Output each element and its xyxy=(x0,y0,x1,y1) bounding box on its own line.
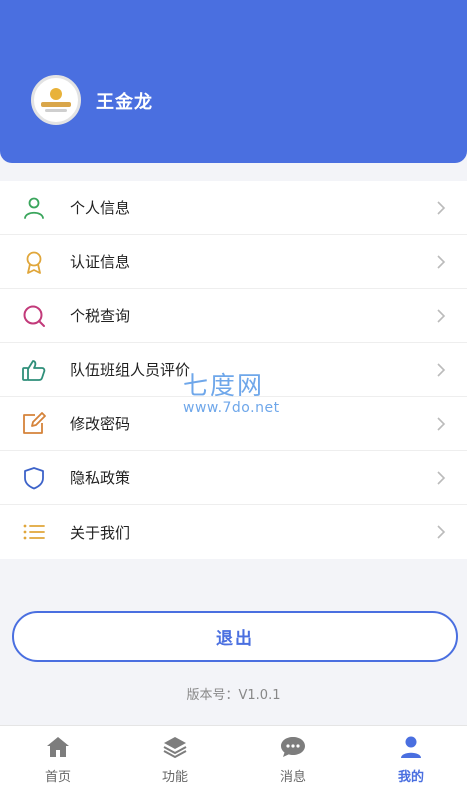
chevron-right-icon xyxy=(437,201,446,215)
tab-mine[interactable]: 我的 xyxy=(366,734,456,785)
chevron-right-icon xyxy=(437,255,446,269)
tab-home[interactable]: 首页 xyxy=(13,734,103,785)
avatar-lines xyxy=(45,109,67,112)
tab-label: 我的 xyxy=(397,770,424,785)
menu-item-privacy-policy[interactable]: 隐私政策 xyxy=(0,451,467,505)
badge-icon xyxy=(26,251,42,274)
menu-item-label: 隐私政策 xyxy=(70,469,131,487)
chevron-right-icon xyxy=(437,525,446,539)
chat-icon xyxy=(281,737,305,757)
logout-button[interactable]: 退出 xyxy=(12,611,458,662)
menu-item-label: 修改密码 xyxy=(70,415,131,433)
user-icon xyxy=(24,197,44,219)
chevron-right-icon xyxy=(437,471,446,485)
menu-item-change-password[interactable]: 修改密码 xyxy=(0,397,467,451)
thumbs-up-icon xyxy=(22,360,46,381)
avatar[interactable] xyxy=(31,75,81,125)
chevron-right-icon xyxy=(437,309,446,323)
menu-item-label: 关于我们 xyxy=(70,523,131,542)
shield-icon xyxy=(24,467,44,490)
avatar-band xyxy=(41,102,71,107)
menu-item-label: 队伍班组人员评价 xyxy=(70,361,191,379)
menu-item-personal-info[interactable]: 个人信息 xyxy=(0,181,467,235)
profile-header: 王金龙 xyxy=(0,0,467,163)
tab-label: 功能 xyxy=(161,770,188,785)
menu-item-team-evaluation[interactable]: 队伍班组人员评价 xyxy=(0,343,467,397)
menu-item-certification[interactable]: 认证信息 xyxy=(0,235,467,289)
home-icon xyxy=(47,737,69,757)
menu-item-label: 个税查询 xyxy=(70,307,131,325)
tab-messages[interactable]: 消息 xyxy=(248,734,338,785)
user-name: 王金龙 xyxy=(96,92,153,113)
search-icon xyxy=(23,305,45,327)
menu-item-label: 个人信息 xyxy=(70,199,131,217)
version-label: 版本号：V1.0.1 xyxy=(186,688,281,703)
menu-item-about-us[interactable]: 关于我们 xyxy=(0,505,467,559)
tab-functions[interactable]: 功能 xyxy=(130,734,220,785)
list-icon xyxy=(23,524,45,540)
tab-label: 首页 xyxy=(44,770,71,785)
person-icon xyxy=(401,736,421,758)
layers-icon xyxy=(163,737,187,759)
settings-menu: 个人信息 认证信息 个税查询 队伍班组人员评价 修改密码 隐私政策 关于我们 xyxy=(0,181,467,559)
menu-item-tax-query[interactable]: 个税查询 xyxy=(0,289,467,343)
menu-item-label: 认证信息 xyxy=(70,253,131,271)
tab-label: 消息 xyxy=(279,770,306,785)
chevron-right-icon xyxy=(437,363,446,377)
edit-icon xyxy=(23,412,46,434)
medal-icon xyxy=(50,88,62,100)
bottom-tab-bar: 首页 功能 消息 我的 xyxy=(0,725,467,790)
chevron-right-icon xyxy=(437,417,446,431)
